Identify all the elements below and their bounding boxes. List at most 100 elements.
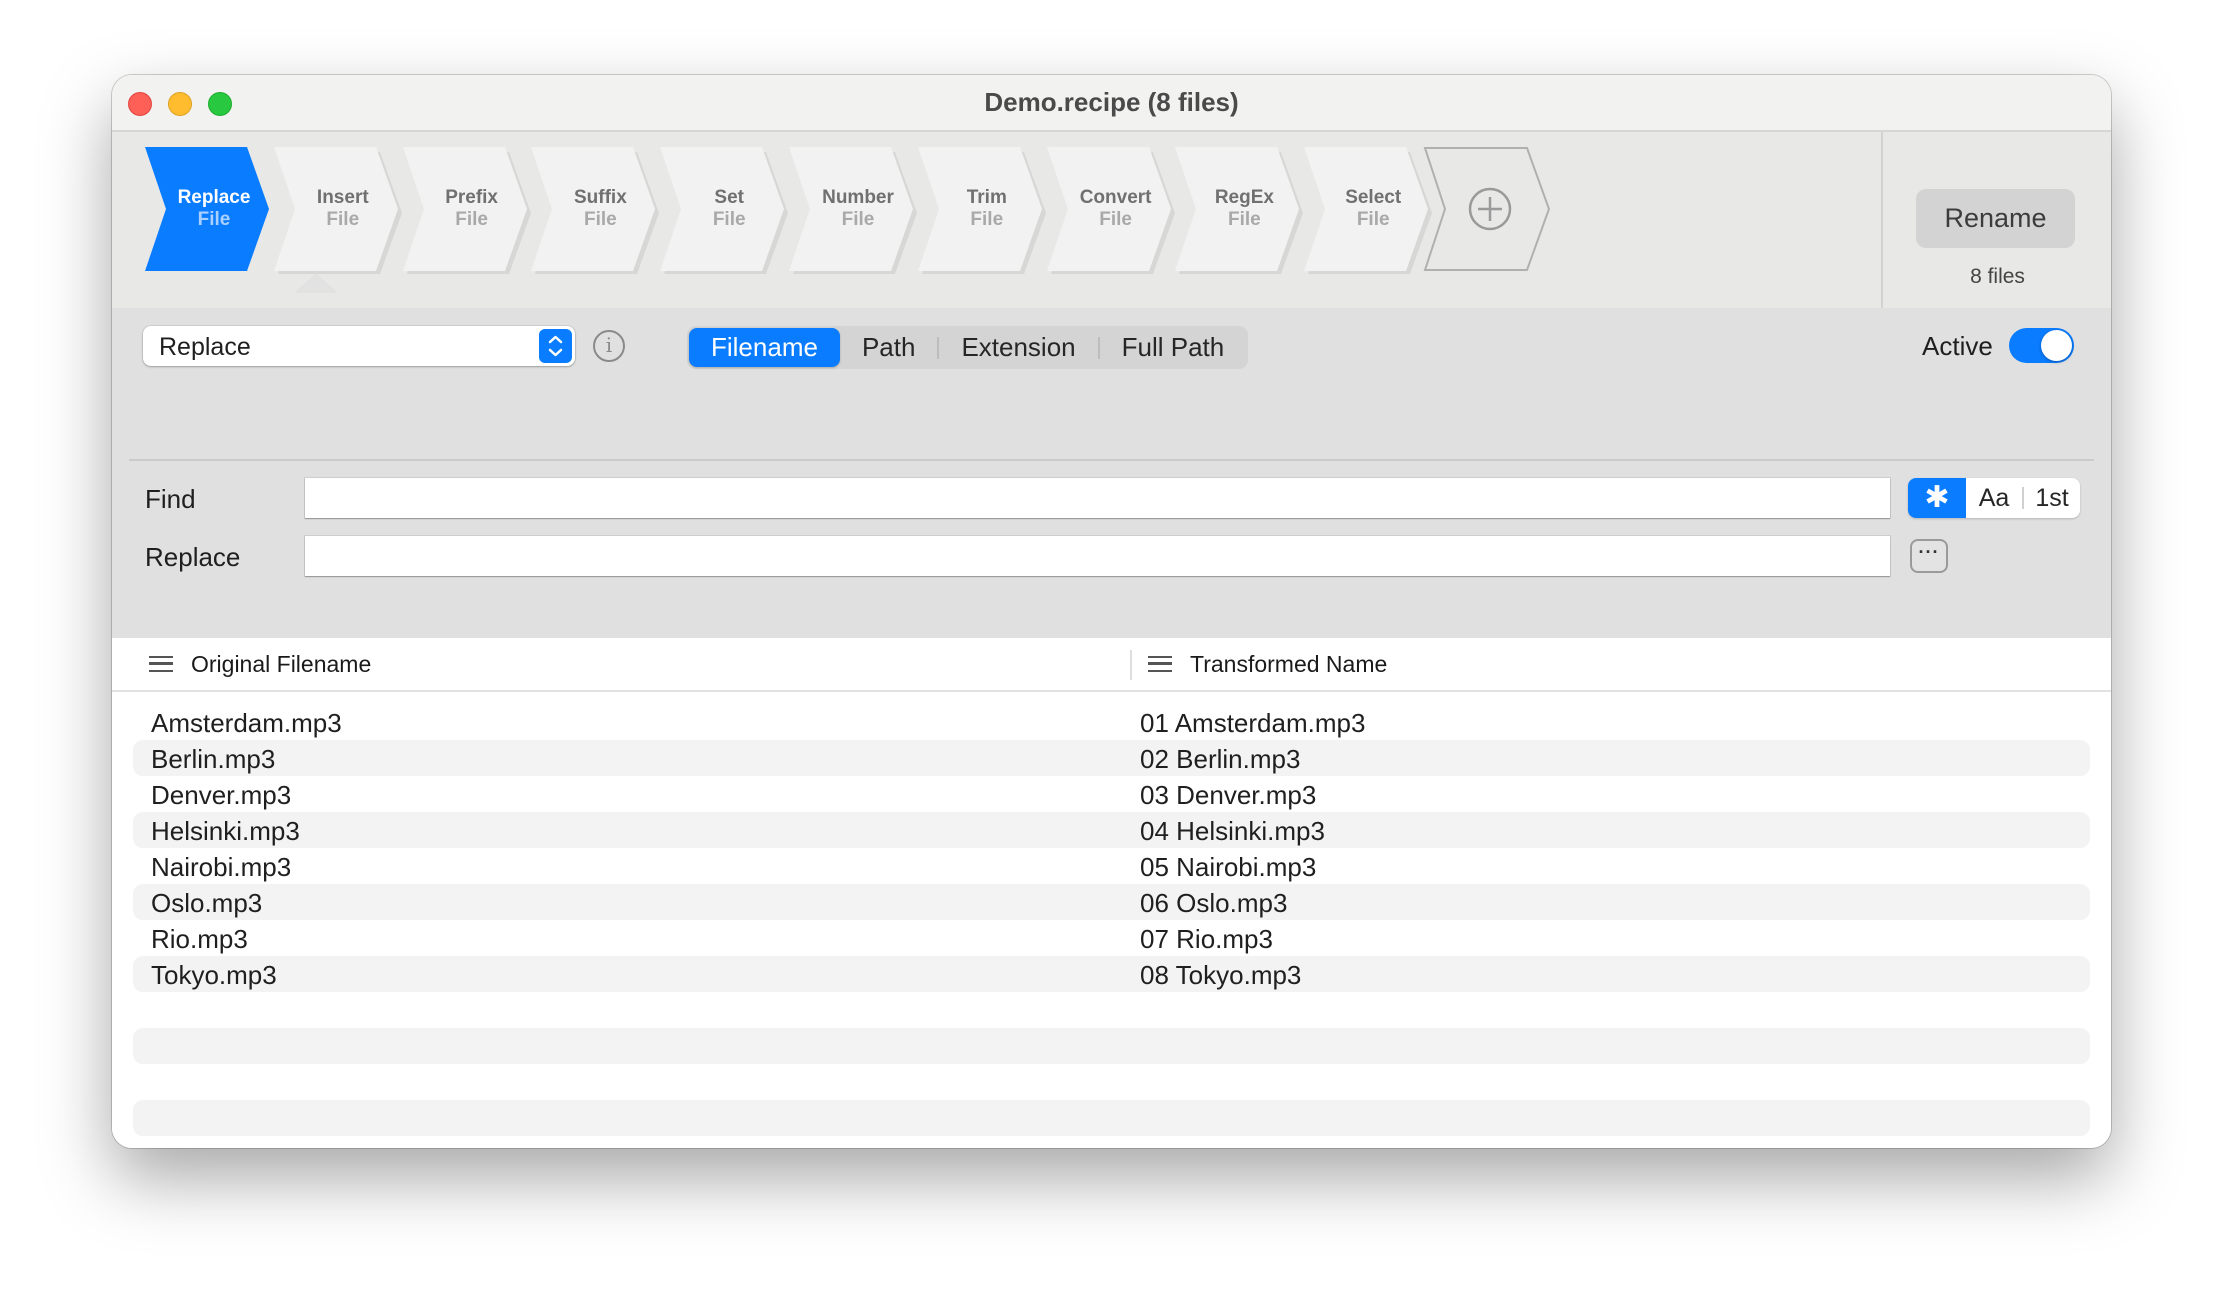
column-header-original-label: Original Filename [191,651,372,677]
table-row[interactable]: Nairobi.mp3 05 Nairobi.mp3 [133,848,2090,884]
action-title: Number [822,187,894,208]
column-separator[interactable] [1130,650,1132,680]
action-select[interactable]: Select File [1304,147,1433,274]
action-suffix[interactable]: Suffix File [531,147,660,274]
action-prefix[interactable]: Prefix File [402,147,531,274]
action-label: Prefix File [415,187,529,231]
tab-filename[interactable]: Filename [689,328,840,367]
empty-row [133,1100,2090,1136]
action-title: RegEx [1214,187,1274,208]
tab-full-path[interactable]: Full Path [1100,328,1247,367]
replace-input[interactable] [305,536,1890,576]
action-title: Suffix [574,187,627,208]
tab-path[interactable]: Path [840,328,938,367]
transformed-name: 08 Tokyo.mp3 [1140,960,1302,990]
original-filename: Amsterdam.mp3 [151,708,342,738]
action-subtitle: File [1099,209,1132,230]
updown-chevron-icon [539,329,572,363]
action-title: Insert [316,187,369,208]
table-row[interactable]: Oslo.mp3 06 Oslo.mp3 [133,884,2090,920]
action-convert[interactable]: Convert File [1046,147,1175,274]
find-input[interactable] [305,478,1890,518]
action-set[interactable]: Set File [660,147,789,274]
active-action-pointer [294,273,338,293]
original-filename: Rio.mp3 [151,924,248,954]
transformed-name: 01 Amsterdam.mp3 [1140,708,1366,738]
action-label: Trim File [930,187,1044,231]
action-label: Number File [801,187,915,231]
list-rows: Amsterdam.mp3 01 Amsterdam.mp3 Berlin.mp3 0… [112,704,2111,1136]
table-row[interactable]: Tokyo.mp3 08 Tokyo.mp3 [133,956,2090,992]
transformed-name: 06 Oslo.mp3 [1140,888,1288,918]
action-subtitle: File [197,209,231,230]
action-subtitle: File [326,209,360,230]
action-config-panel: Replace i Filename Path Extension Full Path… [112,308,2111,638]
option-first-only[interactable]: 1st [2024,478,2080,518]
action-regex[interactable]: RegEx File [1175,147,1304,274]
option-case-sensitive[interactable]: Aa [1966,478,2022,518]
hamburger-menu-icon [149,655,173,672]
empty-row [133,1064,2090,1100]
action-label: RegEx File [1187,187,1301,231]
column-header-transformed-label: Transformed Name [1190,651,1388,677]
transformed-name: 07 Rio.mp3 [1140,924,1273,954]
app-window: Demo.recipe (8 files) Replace File Insert F… [112,75,2111,1148]
action-label: Select File [1316,187,1430,231]
original-filename: Denver.mp3 [151,780,292,810]
file-list: Original Filename Transformed Name Amste… [112,638,2111,1148]
action-subtitle: File [455,209,488,230]
action-subtitle: File [1356,209,1390,230]
add-chevron-outline [1423,147,1551,271]
empty-row [133,992,2090,1028]
rename-pane: Rename 8 files [1881,132,2111,308]
action-title: Convert [1079,187,1152,208]
action-trim[interactable]: Trim File [917,147,1046,274]
action-label: Set File [672,187,786,231]
action-title: Select [1345,187,1402,208]
option-wildcard[interactable]: ✱ [1908,478,1966,518]
original-filename: Nairobi.mp3 [151,852,292,882]
column-header-transformed[interactable]: Transformed Name [1148,638,1387,690]
action-label: Convert File [1059,187,1173,231]
table-row[interactable]: Amsterdam.mp3 01 Amsterdam.mp3 [133,704,2090,740]
action-label: Replace File [157,187,271,231]
table-row[interactable]: Rio.mp3 07 Rio.mp3 [133,920,2090,956]
active-toggle[interactable] [2009,328,2074,363]
action-toolbar: Replace File Insert File Prefix File Suffix Fil… [112,132,2111,308]
table-row[interactable]: Denver.mp3 03 Denver.mp3 [133,776,2090,812]
action-title: Prefix [445,187,498,208]
action-title: Trim [966,187,1007,208]
table-row[interactable]: Helsinki.mp3 04 Helsinki.mp3 [133,812,2090,848]
table-row[interactable]: Berlin.mp3 02 Berlin.mp3 [133,740,2090,776]
original-filename: Helsinki.mp3 [151,816,300,846]
column-header-original[interactable]: Original Filename [149,638,371,690]
find-options-control: ✱ Aa 1st [1908,478,2080,518]
action-replace[interactable]: Replace File [145,147,271,271]
window-title: Demo.recipe (8 files) [984,87,1239,117]
info-icon[interactable]: i [593,330,625,362]
tab-extension[interactable]: Extension [939,328,1097,367]
action-subtitle: File [841,209,875,230]
action-number[interactable]: Number File [789,147,917,274]
add-action-button[interactable] [1423,147,1551,271]
action-insert[interactable]: Insert File [273,147,402,274]
transformed-name: 05 Nairobi.mp3 [1140,852,1317,882]
transformed-name: 04 Helsinki.mp3 [1140,816,1325,846]
rename-button[interactable]: Rename [1916,189,2075,248]
replace-label: Replace [145,542,241,572]
action-label: Suffix File [543,187,657,231]
list-header: Original Filename Transformed Name [112,638,2111,692]
empty-row [133,1028,2090,1064]
mode-select[interactable]: Replace [143,326,575,366]
target-segmented-control: Filename Path Extension Full Path [687,326,1249,369]
action-subtitle: File [712,209,746,230]
toggle-knob [2041,330,2072,361]
action-title: Replace [177,187,251,208]
action-subtitle: File [584,209,617,230]
mode-select-value: Replace [159,333,251,361]
hamburger-menu-icon [1148,655,1172,672]
file-count: 8 files [1970,265,2025,288]
title-bar: Demo.recipe (8 files) [112,75,2111,132]
transformed-name: 02 Berlin.mp3 [1140,744,1301,774]
ellipsis-icon[interactable]: ··· [1910,539,1948,573]
